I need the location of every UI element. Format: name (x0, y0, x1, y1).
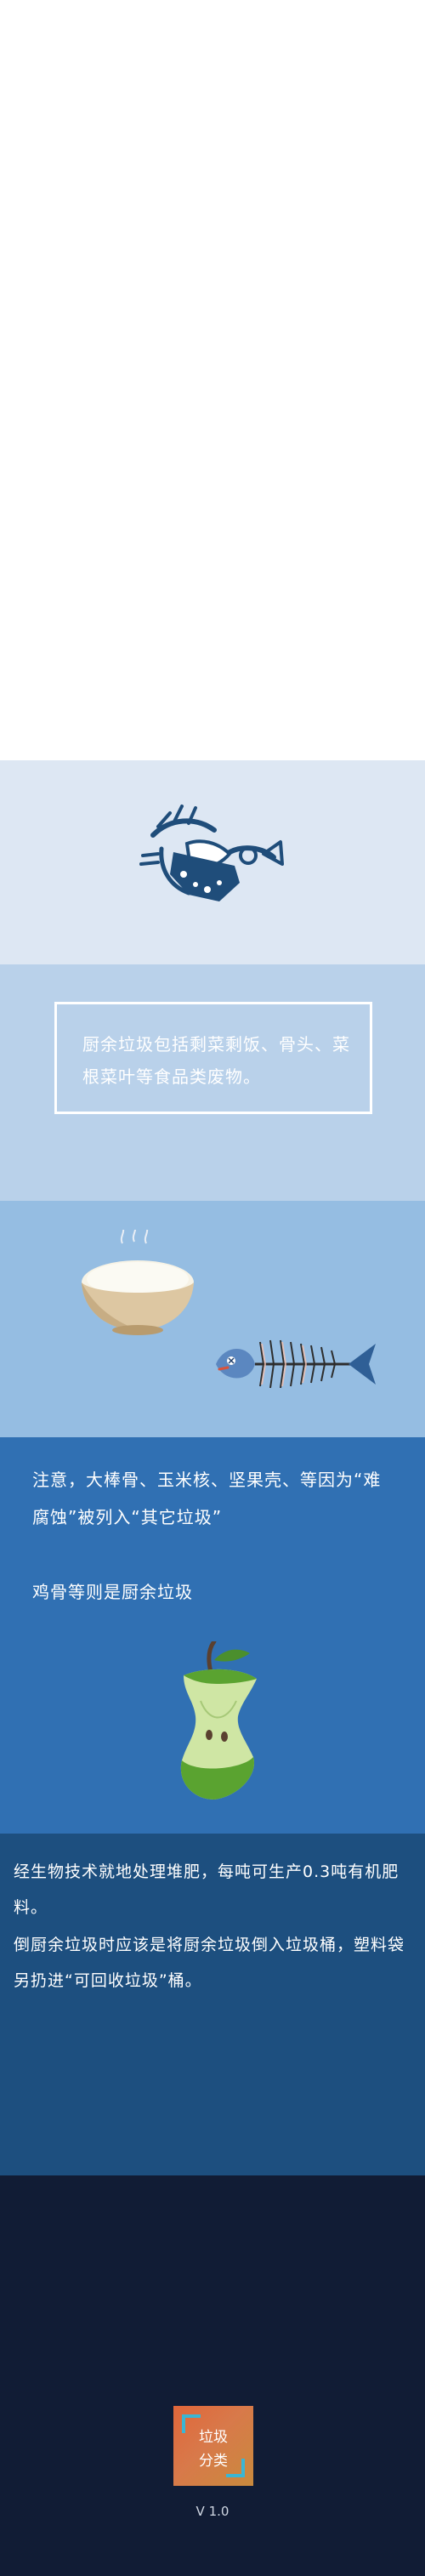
description-section: 厨余垃圾包括剩菜剩饭、骨头、菜根菜叶等食品类废物。 (0, 964, 425, 1201)
fish-bone-logo-icon (139, 805, 284, 901)
app-logo-line-2: 分类 (199, 2453, 228, 2470)
food-illustration-section (0, 1201, 425, 1437)
rice-bowl-icon (82, 1230, 194, 1335)
info-section: 经生物技术就地处理堆肥，每吨可生产0.3吨有机肥料。 倒厨余垃圾时应该是将厨余垃… (0, 1834, 425, 2175)
note-section: 注意，大棒骨、玉米核、坚果壳、等因为“难腐蚀”被列入“其它垃圾” 鸡骨等则是厨余… (0, 1437, 425, 1834)
fish-skeleton-icon (216, 1339, 376, 1389)
hero-section (0, 0, 425, 760)
note-text: 注意，大棒骨、玉米核、坚果壳、等因为“难腐蚀”被列入“其它垃圾” (32, 1470, 382, 1527)
info-paragraph-2: 倒厨余垃圾时应该是将厨余垃圾倒入垃圾桶，塑料袋另扔进“可回收垃圾”桶。 (14, 1936, 405, 1990)
app-logo-line-1: 垃圾 (199, 2429, 228, 2446)
logo-section (0, 760, 425, 964)
version-label: V 1.0 (196, 2504, 230, 2519)
note-subtext: 鸡骨等则是厨余垃圾 (32, 1582, 193, 1602)
description-frame: 厨余垃圾包括剩菜剩饭、骨头、菜根菜叶等食品类废物。 (54, 1002, 372, 1114)
page: 厨余垃圾包括剩菜剩饭、骨头、菜根菜叶等食品类废物。 注意，大棒骨、玉米核、坚果壳… (0, 0, 425, 2576)
footer-section: 垃圾 分类 V 1.0 (0, 2175, 425, 2576)
app-logo-icon: 垃圾 分类 (173, 2406, 253, 2486)
description-text: 厨余垃圾包括剩菜剩饭、骨头、菜根菜叶等食品类废物。 (82, 1034, 350, 1087)
info-paragraph-1: 经生物技术就地处理堆肥，每吨可生产0.3吨有机肥料。 (14, 1862, 400, 1917)
apple-core-icon (180, 1641, 257, 1800)
